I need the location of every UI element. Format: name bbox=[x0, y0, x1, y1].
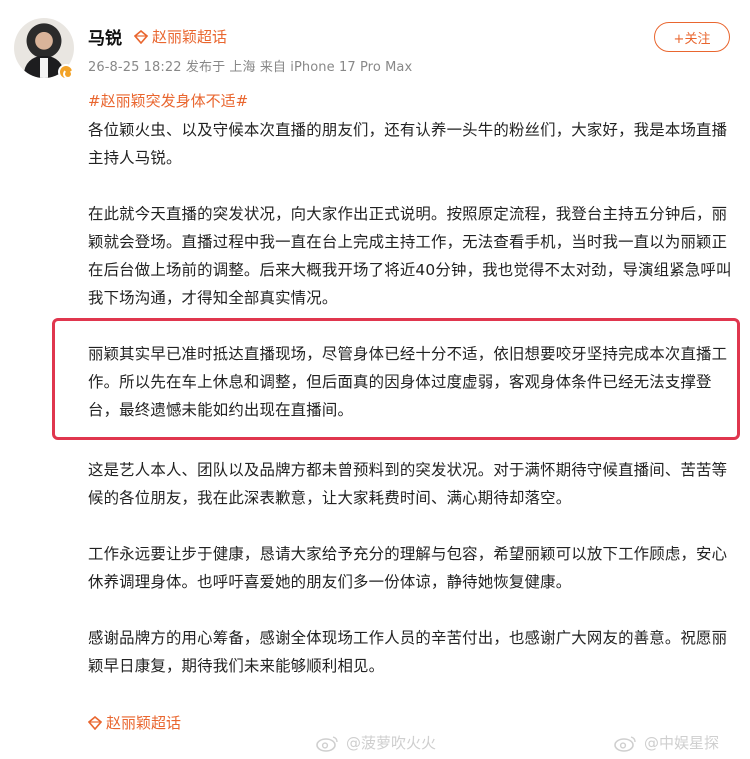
avatar-shirt bbox=[40, 58, 48, 78]
post-meta: 26-8-25 18:22 发布于 上海 来自 iPhone 17 Pro Ma… bbox=[88, 60, 413, 75]
watermark-text: @菠萝吹火火 bbox=[346, 734, 437, 752]
verified-badge-icon bbox=[58, 64, 74, 80]
watermark-1: @菠萝吹火火 bbox=[316, 732, 436, 753]
supertopic-link[interactable]: 赵丽颖超话 bbox=[134, 26, 227, 47]
topic-hashtag[interactable]: #赵丽颖突发身体不适# bbox=[88, 90, 248, 111]
bottom-supertopic-label: 赵丽颖超话 bbox=[106, 714, 182, 732]
bottom-supertopic-link[interactable]: 赵丽颖超话 bbox=[88, 712, 181, 733]
weibo-icon bbox=[614, 735, 636, 752]
diamond-icon bbox=[134, 29, 148, 44]
post-header: 马锐 赵丽颖超话 26-8-25 18:22 发布于 上海 来自 iPhone … bbox=[0, 0, 750, 88]
weibo-icon bbox=[316, 735, 338, 752]
follow-button[interactable]: +关注 bbox=[654, 22, 730, 52]
supertopic-label: 赵丽颖超话 bbox=[152, 28, 228, 46]
post-paragraph-highlighted: 丽颖其实早已准时抵达直播现场，尽管身体已经十分不适，依旧想要咬牙坚持完成本次直播… bbox=[88, 345, 728, 419]
post-paragraph: 工作永远要让步于健康，恳请大家给予充分的理解与包容，希望丽颖可以放下工作顾虑，安… bbox=[88, 545, 728, 591]
watermark-2: @中娱星探 bbox=[614, 732, 719, 753]
diamond-icon bbox=[88, 715, 102, 730]
watermark-text: @中娱星探 bbox=[644, 734, 720, 752]
post-paragraph: 感谢品牌方的用心筹备，感谢全体现场工作人员的辛苦付出，也感谢广大网友的善意。祝愿… bbox=[88, 629, 728, 675]
post-paragraph: 各位颖火虫、以及守候本次直播的朋友们，还有认养一头牛的粉丝们，大家好，我是本场直… bbox=[88, 121, 728, 167]
post-paragraph: 在此就今天直播的突发状况，向大家作出正式说明。按照原定流程，我登台主持五分钟后，… bbox=[88, 205, 732, 307]
post-paragraph: 这是艺人本人、团队以及品牌方都未曾预料到的突发状况。对于满怀期待守候直播间、苦苦… bbox=[88, 461, 728, 507]
author-name[interactable]: 马锐 bbox=[88, 24, 122, 49]
